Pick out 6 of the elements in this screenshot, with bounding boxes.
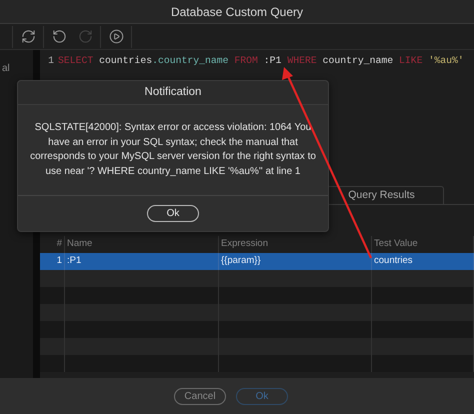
dialog-title: Notification: [144, 84, 202, 100]
side-panel-text: al: [1, 63, 10, 74]
code-line: SELECT countries.country_name FROM :P1 WHERE country_name LIKE '%au%': [58, 54, 464, 68]
error-message: SQLSTATE[42000]: Syntax error or access violation: 1064 You have an error in your SQL syntax; check the manual that corresponds to your MySQL server version for the right syntax to use near '? WHERE country_name LIKE '%au%'' at line 1: [29, 121, 317, 178]
line-number: 1: [47, 54, 55, 68]
window-title: Database Custom Query: [170, 4, 304, 20]
